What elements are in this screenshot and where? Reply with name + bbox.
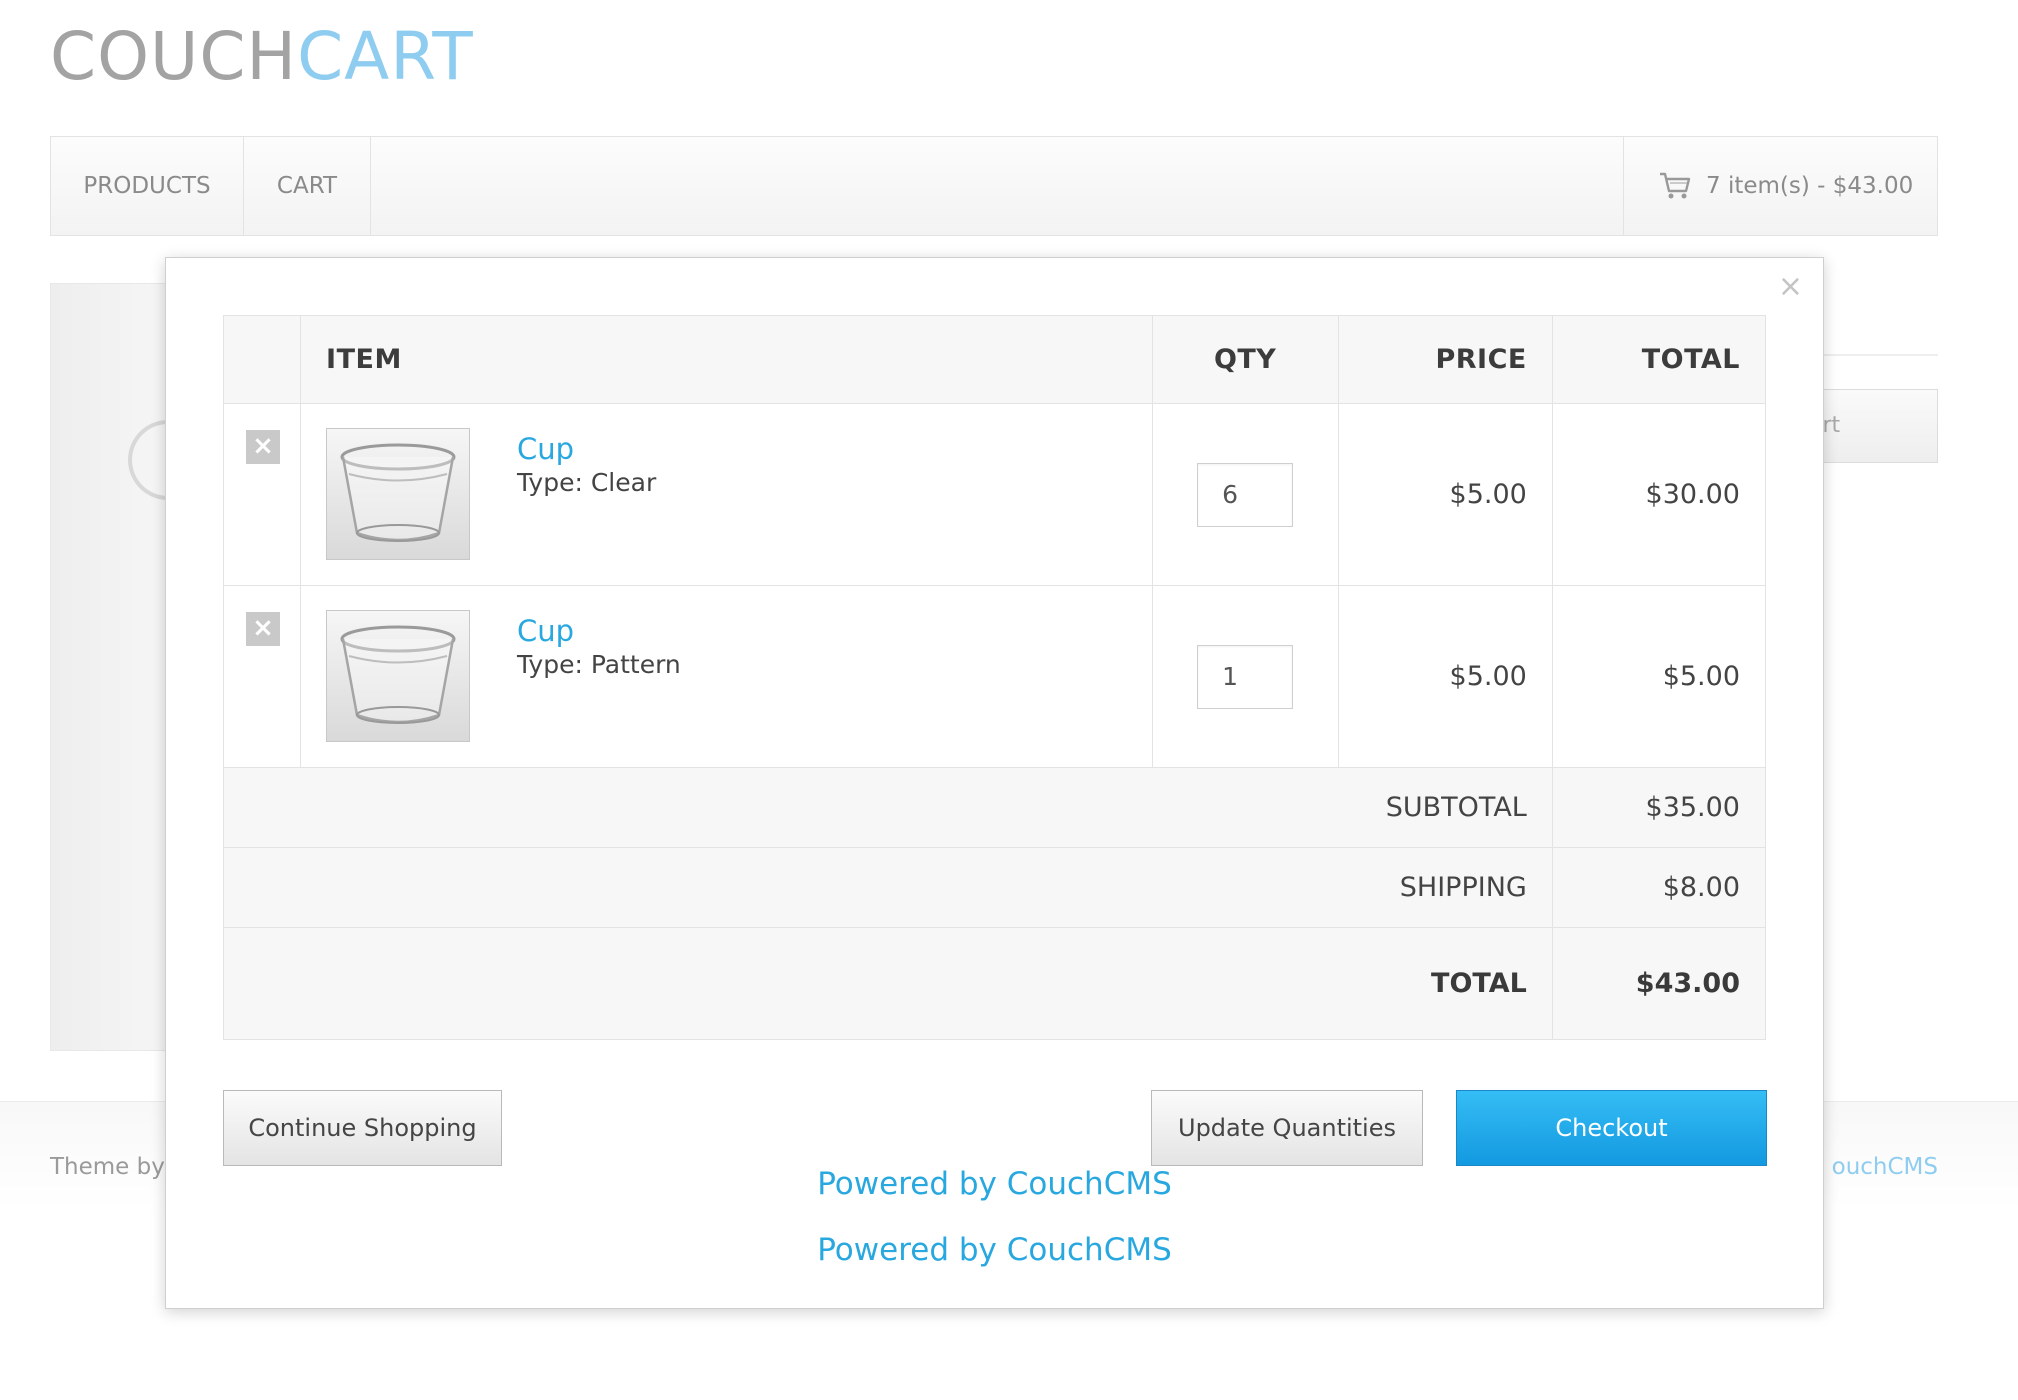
cart-table: ITEM QTY PRICE TOTAL × Cup Type: Clear 6… <box>222 315 1767 1040</box>
site-logo[interactable]: COUCHCART <box>50 18 474 95</box>
shopping-cart-icon <box>1660 172 1691 199</box>
product-name-link[interactable]: Cup <box>517 614 574 648</box>
header-total: TOTAL <box>1551 315 1767 404</box>
header-item: ITEM <box>300 315 1153 404</box>
table-row: × Cup Type: Clear 6 $5.00 $30.00 <box>222 403 1767 586</box>
line-total-cell: $5.00 <box>1551 585 1767 768</box>
subtotal-row: SUBTOTAL $35.00 <box>223 767 1767 848</box>
product-variant: Type: Pattern <box>517 650 681 679</box>
product-variant: Type: Clear <box>517 468 657 497</box>
nav-products[interactable]: PRODUCTS <box>51 137 244 235</box>
line-total-cell: $30.00 <box>1551 403 1767 586</box>
main-navbar: PRODUCTS CART 7 item(s) - $43.00 <box>50 136 1938 236</box>
cart-summary-text: 7 item(s) - $43.00 <box>1706 173 1914 199</box>
product-thumbnail[interactable] <box>326 610 471 742</box>
remove-item-button[interactable]: × <box>246 612 280 646</box>
logo-part-couch: COUCH <box>50 18 298 95</box>
price-cell: $5.00 <box>1337 585 1553 768</box>
item-cell: Cup Type: Pattern <box>300 585 1153 768</box>
powered-by-link[interactable]: Powered by CouchCMS <box>166 1166 1823 1202</box>
price-cell: $5.00 <box>1337 403 1553 586</box>
update-quantities-button[interactable]: Update Quantities <box>1151 1090 1423 1166</box>
cart-summary-link[interactable]: 7 item(s) - $43.00 <box>1623 137 1937 235</box>
grand-total-value: $43.00 <box>1551 927 1767 1040</box>
header-remove <box>222 315 302 404</box>
product-thumbnail[interactable] <box>326 428 471 560</box>
continue-shopping-button[interactable]: Continue Shopping <box>223 1090 502 1166</box>
cart-modal: × ITEM QTY PRICE TOTAL × Cup Type: Clear… <box>165 257 1824 1309</box>
quantity-input[interactable] <box>1197 462 1294 527</box>
cup-image <box>340 625 456 724</box>
item-cell: Cup Type: Clear <box>300 403 1153 586</box>
grand-total-row: TOTAL $43.00 <box>223 927 1767 1040</box>
background-divider <box>1820 354 1938 356</box>
footer-theme-credit: Theme by <box>50 1154 165 1180</box>
quantity-input[interactable] <box>1197 644 1294 709</box>
remove-item-button[interactable]: × <box>246 430 280 464</box>
qty-cell <box>1151 403 1339 586</box>
shipping-row: SHIPPING $8.00 <box>223 847 1767 928</box>
header-qty: QTY <box>1151 315 1339 404</box>
header-price: PRICE <box>1337 315 1553 404</box>
nav-cart[interactable]: CART <box>244 137 371 235</box>
grand-total-label: TOTAL <box>223 927 1553 1040</box>
table-row: × Cup Type: Pattern 1 $5.00 $5.00 <box>222 585 1767 768</box>
remove-cell: × <box>222 585 302 768</box>
logo-part-cart: CART <box>297 18 474 95</box>
background-add-to-cart-button: art <box>1822 389 1938 463</box>
remove-cell: × <box>222 403 302 586</box>
close-icon[interactable]: × <box>1778 272 1803 302</box>
checkout-button[interactable]: Checkout <box>1456 1090 1767 1166</box>
subtotal-value: $35.00 <box>1551 767 1767 848</box>
cup-image <box>340 443 456 542</box>
background-button-label: art <box>1822 413 1841 438</box>
footer-couchcms-link[interactable]: ouchCMS <box>1832 1154 1938 1180</box>
qty-cell <box>1151 585 1339 768</box>
product-name-link[interactable]: Cup <box>517 432 574 466</box>
shipping-value: $8.00 <box>1551 847 1767 928</box>
table-header-row: ITEM QTY PRICE TOTAL <box>222 315 1767 404</box>
powered-by-link[interactable]: Powered by CouchCMS <box>166 1232 1823 1268</box>
subtotal-label: SUBTOTAL <box>223 767 1553 848</box>
shipping-label: SHIPPING <box>223 847 1553 928</box>
